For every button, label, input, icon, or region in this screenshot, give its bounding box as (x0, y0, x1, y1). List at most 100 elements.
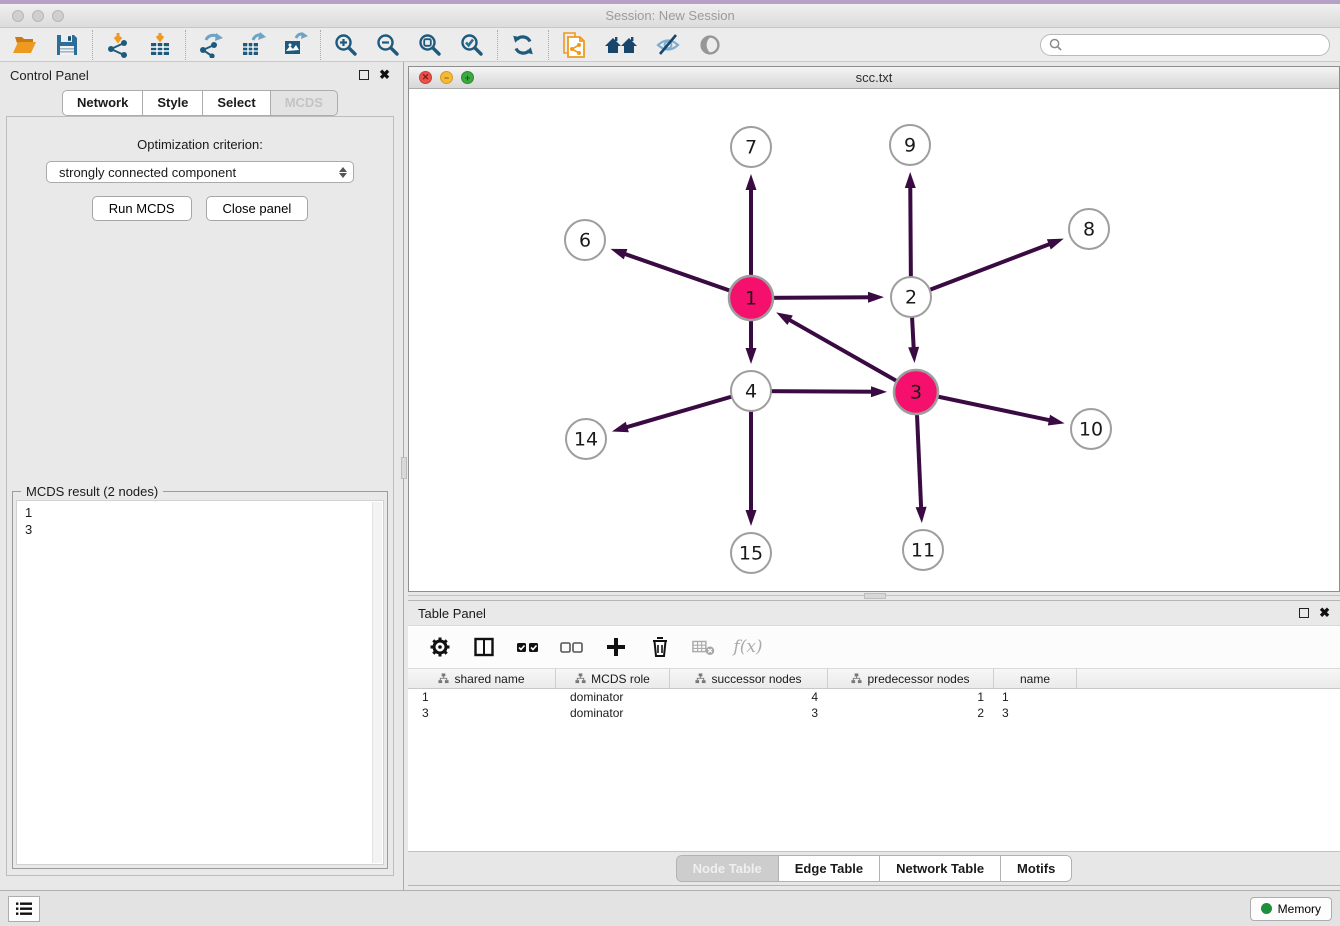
criterion-selected-value: strongly connected component (59, 165, 339, 180)
close-panel-icon[interactable]: ✖ (379, 70, 390, 80)
network-canvas[interactable]: 7968124314101511 (409, 89, 1339, 591)
cell-successor-nodes[interactable]: 3 (670, 705, 828, 721)
export-table-icon[interactable] (240, 32, 266, 58)
search-input[interactable] (1067, 38, 1321, 52)
graph-node-label: 14 (574, 429, 598, 451)
tab-select[interactable]: Select (203, 90, 270, 116)
table-header-row: shared name MCDS role successor nodes pr… (408, 669, 1340, 689)
arrowhead-icon (610, 249, 627, 259)
table-panel: Table Panel ✖ (408, 600, 1340, 886)
hide-eye-icon[interactable] (655, 32, 681, 58)
float-panel-icon[interactable] (359, 70, 369, 80)
horizontal-splitter[interactable] (408, 592, 1340, 600)
arrowhead-icon (871, 386, 887, 397)
vertical-splitter[interactable] (400, 62, 408, 890)
column-header-mcds-role[interactable]: MCDS role (556, 669, 670, 688)
network-file-icon[interactable] (561, 32, 587, 58)
graph-node-label: 8 (1083, 219, 1095, 241)
mcds-result-line: 1 (25, 504, 375, 521)
graph-node-label: 15 (739, 543, 763, 565)
import-network-icon[interactable] (105, 32, 131, 58)
tab-mcds[interactable]: MCDS (271, 90, 338, 116)
zoom-selected-icon[interactable] (459, 32, 485, 58)
splitter-grip[interactable] (864, 593, 886, 599)
tree-icon (575, 673, 586, 684)
tab-motifs[interactable]: Motifs (1000, 856, 1071, 881)
graph-node-label: 1 (745, 288, 757, 310)
table-row[interactable]: 3 dominator 3 2 3 (408, 705, 1340, 721)
export-image-icon[interactable] (282, 32, 308, 58)
function-icon[interactable]: f(x) (736, 635, 760, 659)
home-icon[interactable] (603, 32, 639, 58)
column-header-name[interactable]: name (994, 669, 1077, 688)
arrowhead-icon (908, 347, 919, 363)
task-history-button[interactable] (8, 896, 40, 922)
graph-node-label: 11 (911, 540, 935, 562)
tab-edge-table[interactable]: Edge Table (778, 856, 879, 881)
delete-table-icon[interactable] (692, 635, 716, 659)
table-row[interactable]: 1 dominator 4 1 1 (408, 689, 1340, 705)
mcds-result-group: MCDS result (2 nodes) 1 3 (12, 491, 388, 869)
column-header-shared-name[interactable]: shared name (408, 669, 556, 688)
list-icon (14, 900, 34, 918)
cell-predecessor-nodes[interactable]: 2 (828, 705, 994, 721)
tab-node-table[interactable]: Node Table (677, 856, 778, 881)
import-table-icon[interactable] (147, 32, 173, 58)
arrowhead-icon (868, 292, 884, 303)
add-icon[interactable] (604, 635, 628, 659)
control-panel: Control Panel ✖ Network Style Select MCD… (0, 62, 400, 890)
float-panel-icon[interactable] (1299, 608, 1309, 618)
network-graph[interactable]: 7968124314101511 (409, 89, 1339, 591)
control-panel-tabs: Network Style Select MCDS (0, 90, 400, 116)
gear-icon[interactable] (428, 635, 452, 659)
tab-network[interactable]: Network (62, 90, 143, 116)
export-network-icon[interactable] (198, 32, 224, 58)
app-title: Session: New Session (0, 8, 1340, 23)
column-header-successor-nodes[interactable]: successor nodes (670, 669, 828, 688)
zoom-in-icon[interactable] (333, 32, 359, 58)
search-field[interactable] (1040, 34, 1330, 56)
tree-icon (851, 673, 862, 684)
table-tabs: Node Table Edge Table Network Table Moti… (676, 855, 1073, 882)
arrowhead-icon (746, 510, 757, 526)
column-header-predecessor-nodes[interactable]: predecessor nodes (828, 669, 994, 688)
zoom-out-icon[interactable] (375, 32, 401, 58)
cell-name[interactable]: 1 (994, 689, 1077, 705)
deselect-all-icon[interactable] (560, 635, 584, 659)
memory-label: Memory (1278, 902, 1321, 916)
refresh-icon[interactable] (510, 32, 536, 58)
criterion-select[interactable]: strongly connected component (46, 161, 354, 183)
close-panel-button[interactable]: Close panel (206, 196, 309, 221)
open-folder-icon[interactable] (12, 32, 38, 58)
run-mcds-button[interactable]: Run MCDS (92, 196, 192, 221)
delete-icon[interactable] (648, 635, 672, 659)
select-all-icon[interactable] (516, 635, 540, 659)
memory-button[interactable]: Memory (1250, 897, 1332, 921)
cell-shared-name[interactable]: 1 (408, 689, 556, 705)
network-view-window: ✕ − + scc.txt 7968124314101511 (408, 66, 1340, 592)
columns-icon[interactable] (472, 635, 496, 659)
cell-mcds-role[interactable]: dominator (556, 705, 670, 721)
save-icon[interactable] (54, 32, 80, 58)
search-icon (1049, 38, 1062, 51)
cell-mcds-role[interactable]: dominator (556, 689, 670, 705)
cell-predecessor-nodes[interactable]: 1 (828, 689, 994, 705)
tab-style[interactable]: Style (143, 90, 203, 116)
status-bar: Memory (0, 890, 1340, 926)
mcds-result-textarea[interactable]: 1 3 (16, 500, 384, 865)
arrowhead-icon (776, 312, 793, 325)
main-toolbar (0, 28, 1340, 62)
mcds-result-title: MCDS result (2 nodes) (21, 484, 163, 499)
graph-node-label: 4 (745, 381, 757, 403)
close-panel-icon[interactable]: ✖ (1319, 608, 1330, 618)
eye-icon[interactable] (697, 32, 723, 58)
cell-name[interactable]: 3 (994, 705, 1077, 721)
splitter-grip[interactable] (401, 457, 407, 479)
tab-network-table[interactable]: Network Table (879, 856, 1000, 881)
zoom-fit-icon[interactable] (417, 32, 443, 58)
cell-successor-nodes[interactable]: 4 (670, 689, 828, 705)
scrollbar[interactable] (372, 502, 382, 863)
cell-shared-name[interactable]: 3 (408, 705, 556, 721)
graph-edge-2-8[interactable] (911, 242, 1054, 297)
optimization-criterion-label: Optimization criterion: (137, 137, 263, 152)
